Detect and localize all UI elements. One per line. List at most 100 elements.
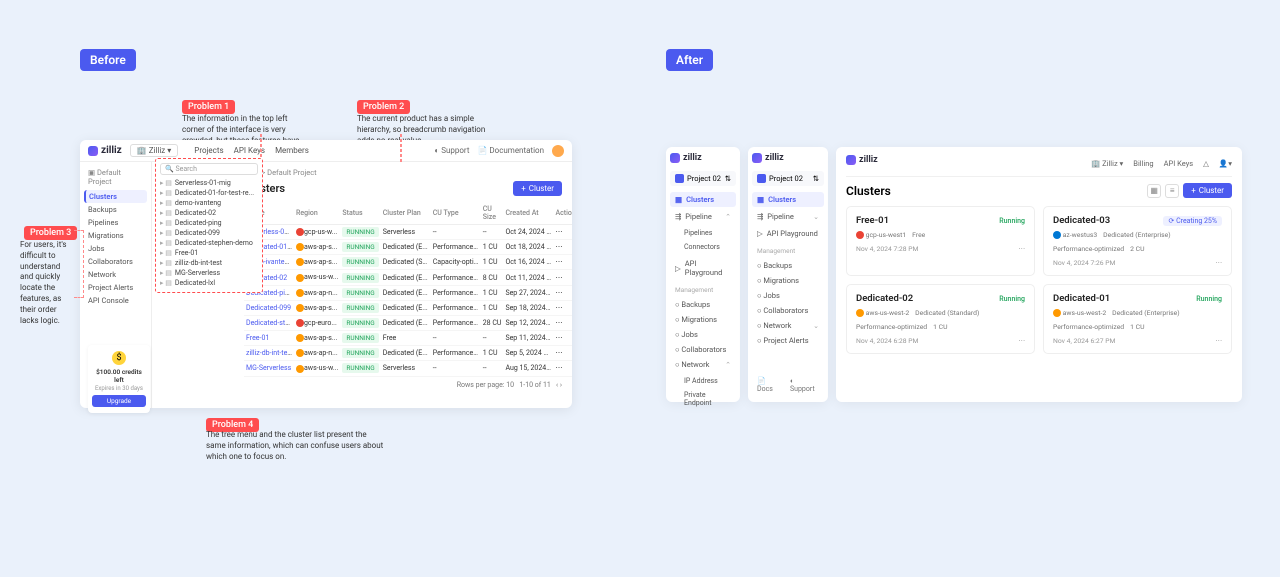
tree-item[interactable]: ▸ ▤ Free-01 [160, 248, 258, 258]
row-actions[interactable]: ⋯ [553, 331, 572, 346]
upgrade-button[interactable]: Upgrade [92, 395, 146, 407]
tree-search[interactable]: 🔍 Search [160, 163, 258, 175]
topnav-members[interactable]: Members [275, 146, 309, 155]
nav-sub-private-endpoint[interactable]: Private Endpoint [670, 388, 736, 410]
row-actions[interactable]: ⋯ [553, 255, 572, 270]
mgmt-label-b: Management [752, 243, 824, 256]
cluster-card[interactable]: Dedicated-02Running aws-us-west-2Dedicat… [846, 284, 1035, 354]
row-actions[interactable]: ⋯ [553, 315, 572, 330]
nav-collaborators[interactable]: ○ Collaborators [752, 303, 824, 318]
table-row[interactable]: Dedicated-stephen-d...gcp-euro...RUNNING… [244, 315, 572, 330]
side-clusters[interactable]: Clusters [84, 190, 147, 203]
row-actions[interactable]: ⋯ [553, 270, 572, 285]
card-actions[interactable]: ⋯ [1018, 337, 1025, 345]
nav-sub-pipelines[interactable]: Pipelines [670, 226, 736, 240]
docs-link-b[interactable]: 📄 Docs [757, 377, 782, 393]
support-link-b[interactable]: ◐ Support [790, 377, 819, 393]
row-actions[interactable]: ⋯ [553, 240, 572, 255]
mgmt-label-a: Management [670, 282, 736, 295]
table-row[interactable]: Serverless-01-miggcp-us-w...RUNNINGServe… [244, 225, 572, 240]
card-actions[interactable]: ⋯ [1215, 337, 1222, 345]
apikeys-link[interactable]: API Keys [1164, 159, 1193, 168]
card-actions[interactable]: ⋯ [1018, 245, 1025, 253]
cluster-card[interactable]: Dedicated-03⟳ Creating 25% az-westus3Ded… [1043, 206, 1232, 276]
cluster-card[interactable]: Dedicated-01Running aws-us-west-2Dedicat… [1043, 284, 1232, 354]
nav-project-alerts[interactable]: ○ Project Alerts [752, 333, 824, 348]
notif-icon[interactable]: △ [1203, 159, 1209, 168]
side-project-alerts[interactable]: Project Alerts [84, 281, 147, 294]
tree-item[interactable]: ▸ ▤ Dedicated-02 [160, 208, 258, 218]
nav-sub-ip-address[interactable]: IP Address [670, 374, 736, 388]
before-topbar: zilliz 🏢 Zilliz ▾ ProjectsAPI KeysMember… [80, 140, 572, 162]
problem4-text: The tree menu and the cluster list prese… [206, 430, 386, 462]
row-actions[interactable]: ⋯ [553, 300, 572, 315]
pagination[interactable]: Rows per page: 10 1-10 of 11 ‹ › [244, 381, 562, 389]
org-selector[interactable]: 🏢 Zilliz ▾ [130, 144, 179, 157]
table-row[interactable]: demo-ivantengaws-ap-s...RUNNINGDedicated… [244, 255, 572, 270]
table-row[interactable]: Dedicated-02aws-us-w...RUNNINGDedicated … [244, 270, 572, 285]
table-row[interactable]: Dedicated-pingaws-ap-n...RUNNINGDedicate… [244, 285, 572, 300]
project-selector[interactable]: ▣ Default Project [84, 166, 147, 188]
nav-pipeline-a[interactable]: ⇶ Pipeline⌃ [670, 209, 736, 224]
before-panel: zilliz 🏢 Zilliz ▾ ProjectsAPI KeysMember… [80, 140, 572, 408]
card-actions[interactable]: ⋯ [1215, 259, 1222, 267]
table-row[interactable]: Dedicated-099aws-ap-s...RUNNINGDedicated… [244, 300, 572, 315]
nav-playground-b[interactable]: ▷ API Playground [752, 226, 824, 241]
tree-item[interactable]: ▸ ▤ zilliz-db-int-test [160, 258, 258, 268]
nav-pipeline-b[interactable]: ⇶ Pipeline⌄ [752, 209, 824, 224]
nav-clusters-b[interactable]: ▦ Clusters [752, 192, 824, 207]
row-actions[interactable]: ⋯ [553, 285, 572, 300]
side-network[interactable]: Network [84, 268, 147, 281]
nav-collaborators[interactable]: ○ Collaborators [670, 342, 736, 357]
nav-backups[interactable]: ○ Backups [670, 297, 736, 312]
new-cluster-button-c[interactable]: + Cluster [1183, 183, 1232, 198]
view-grid-icon[interactable]: ▦ [1147, 184, 1161, 198]
tree-item[interactable]: ▸ ▤ Serverless-01-mig [160, 178, 258, 188]
side-migrations[interactable]: Migrations [84, 229, 147, 242]
docs-link[interactable]: 📄 Documentation [477, 146, 544, 155]
tree-item[interactable]: ▸ ▤ Dedicated-ping [160, 218, 258, 228]
nav-clusters-a[interactable]: ▦ Clusters [670, 192, 736, 207]
nav-jobs[interactable]: ○ Jobs [670, 327, 736, 342]
project-selector-b[interactable]: Project 02⇅ [752, 171, 824, 186]
table-row[interactable]: MG-Serverlessaws-us-w...RUNNINGServerles… [244, 361, 572, 376]
billing-link[interactable]: Billing [1133, 159, 1153, 168]
tree-item[interactable]: ▸ ▤ Dedicated-099 [160, 228, 258, 238]
table-row[interactable]: Free-01aws-ap-s...RUNNINGFree----Sep 11,… [244, 331, 572, 346]
side-jobs[interactable]: Jobs [84, 242, 147, 255]
support-link[interactable]: ◐ Support [434, 146, 469, 155]
nav-migrations[interactable]: ○ Migrations [752, 273, 824, 288]
table-row[interactable]: Dedicated-01-for-test-re...aws-ap-s...RU… [244, 240, 572, 255]
problem1-tag: Problem 1 [182, 100, 235, 114]
tree-item[interactable]: ▸ ▤ Dedicated-stephen-demo [160, 238, 258, 248]
topnav-projects[interactable]: Projects [194, 146, 223, 155]
new-cluster-button[interactable]: + Cluster [513, 181, 562, 196]
nav-sub-connectors[interactable]: Connectors [670, 240, 736, 254]
tree-item[interactable]: ▸ ▤ demo-ivanteng [160, 198, 258, 208]
tree-item[interactable]: ▸ ▤ MG-Serverless [160, 268, 258, 278]
credits-promo: $ $100.00 credits left Expires in 30 day… [88, 345, 150, 413]
user-menu[interactable]: 👤▾ [1219, 159, 1232, 168]
project-selector-a[interactable]: Project 02⇅ [670, 171, 736, 186]
tree-item[interactable]: ▸ ▤ Dedicated-lxl [160, 278, 258, 288]
view-list-icon[interactable]: ≡ [1165, 184, 1179, 198]
table-row[interactable]: zilliz-db-int-testaws-ap-n...RUNNINGDedi… [244, 346, 572, 361]
tree-item[interactable]: ▸ ▤ Dedicated-01-for-test-re... [160, 188, 258, 198]
avatar[interactable] [552, 145, 564, 157]
row-actions[interactable]: ⋯ [553, 361, 572, 376]
nav-network[interactable]: ○ Network⌄ [752, 318, 824, 333]
row-actions[interactable]: ⋯ [553, 346, 572, 361]
after-wrap: zilliz Project 02⇅ ▦ Clusters ⇶ Pipeline… [666, 147, 1242, 402]
row-actions[interactable]: ⋯ [553, 225, 572, 240]
side-pipelines[interactable]: Pipelines [84, 216, 147, 229]
nav-migrations[interactable]: ○ Migrations [670, 312, 736, 327]
nav-backups[interactable]: ○ Backups [752, 258, 824, 273]
nav-playground-a[interactable]: ▷ API Playground [670, 256, 736, 280]
org-selector-c[interactable]: 🏢 Zilliz ▾ [1091, 159, 1123, 168]
side-backups[interactable]: Backups [84, 203, 147, 216]
cluster-card[interactable]: Free-01Running gcp-us-west1FreeNov 4, 20… [846, 206, 1035, 276]
nav-network[interactable]: ○ Network⌃ [670, 357, 736, 372]
side-api-console[interactable]: API Console [84, 294, 147, 307]
nav-jobs[interactable]: ○ Jobs [752, 288, 824, 303]
side-collaborators[interactable]: Collaborators [84, 255, 147, 268]
